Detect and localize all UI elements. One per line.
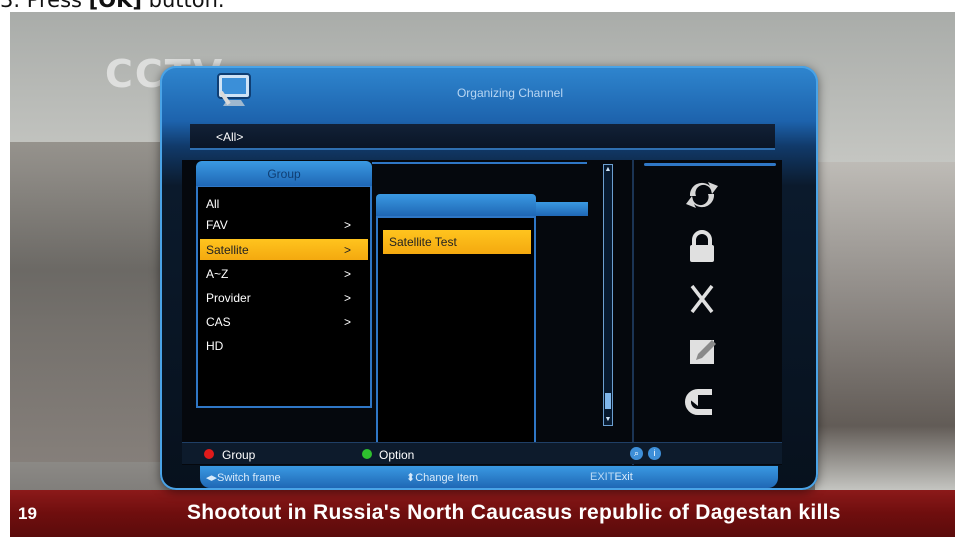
satellite-list-header <box>376 194 536 216</box>
divider <box>632 160 634 465</box>
group-item-satellite[interactable]: Satellite > <box>200 239 368 260</box>
exit-hint: EXITExit <box>590 471 633 483</box>
scroll-thumb[interactable] <box>605 393 611 409</box>
background-video-right <box>815 162 955 492</box>
group-header: Group <box>196 161 372 186</box>
tools-frame-top <box>644 163 776 166</box>
monitor-icon <box>217 73 251 106</box>
content-area: Group All FAV > Satellite > A~Z > Provider >… <box>182 160 782 465</box>
ticker-headline: Shootout in Russia's North Caucasus repu… <box>187 501 841 524</box>
green-key-icon <box>362 449 372 459</box>
left-right-arrows-icon: ◂▸ <box>206 472 218 484</box>
group-item-fav[interactable]: FAV > <box>200 214 368 235</box>
group-item-a-z[interactable]: A~Z > <box>200 263 368 284</box>
scroll-up-icon[interactable]: ▲ <box>604 165 612 175</box>
satellite-list[interactable]: Satellite Test <box>376 216 536 452</box>
group-item-all[interactable]: All <box>200 193 368 214</box>
current-path: <All> <box>216 130 244 144</box>
manual-instruction: 3. Press [OK] button. <box>0 0 955 12</box>
undo-icon[interactable] <box>682 386 722 420</box>
up-down-arrows-icon: ⬍ <box>406 472 416 484</box>
satellite-list-header-tab <box>536 202 588 216</box>
organizing-channel-dialog: Organizing Channel <All> Group All FAV > … <box>160 66 818 490</box>
search-icon: ⌕ <box>630 447 643 460</box>
group-item-hd[interactable]: HD <box>200 335 368 356</box>
navigation-hints: ◂▸Switch frame ⬍Change Item EXITExit <box>200 466 778 488</box>
green-key-label: Option <box>379 448 415 462</box>
rename-icon[interactable] <box>682 334 722 368</box>
scroll-down-icon[interactable]: ▼ <box>604 415 612 425</box>
red-key-label: Group <box>222 448 256 462</box>
delete-icon[interactable] <box>682 282 722 316</box>
red-key-icon <box>204 449 214 459</box>
switch-frame-hint: ◂▸Switch frame <box>206 472 281 484</box>
dialog-title: Organizing Channel <box>456 86 564 100</box>
channel-frame-top <box>372 162 587 192</box>
scrollbar[interactable]: ▲ ▼ <box>603 164 613 426</box>
tv-screen: CCTV 19 Shootout in Russia's North Cauca… <box>10 12 955 537</box>
background-video-left <box>10 142 175 462</box>
info-icon: i <box>648 447 661 460</box>
key-legend: Group Option ⌕ i <box>182 442 782 464</box>
change-item-hint: ⬍Change Item <box>406 472 479 484</box>
group-list[interactable]: All FAV > Satellite > A~Z > Provider > CAS > … <box>196 186 372 408</box>
group-item-cas[interactable]: CAS > <box>200 311 368 332</box>
path-bar: <All> <box>190 124 775 150</box>
move-icon[interactable] <box>682 178 722 212</box>
group-item-provider[interactable]: Provider > <box>200 287 368 308</box>
lock-icon[interactable] <box>682 230 722 264</box>
news-ticker: 19 Shootout in Russia's North Caucasus r… <box>10 490 955 537</box>
ticker-number: 19 <box>18 504 37 523</box>
satellite-item[interactable]: Satellite Test <box>383 230 531 254</box>
